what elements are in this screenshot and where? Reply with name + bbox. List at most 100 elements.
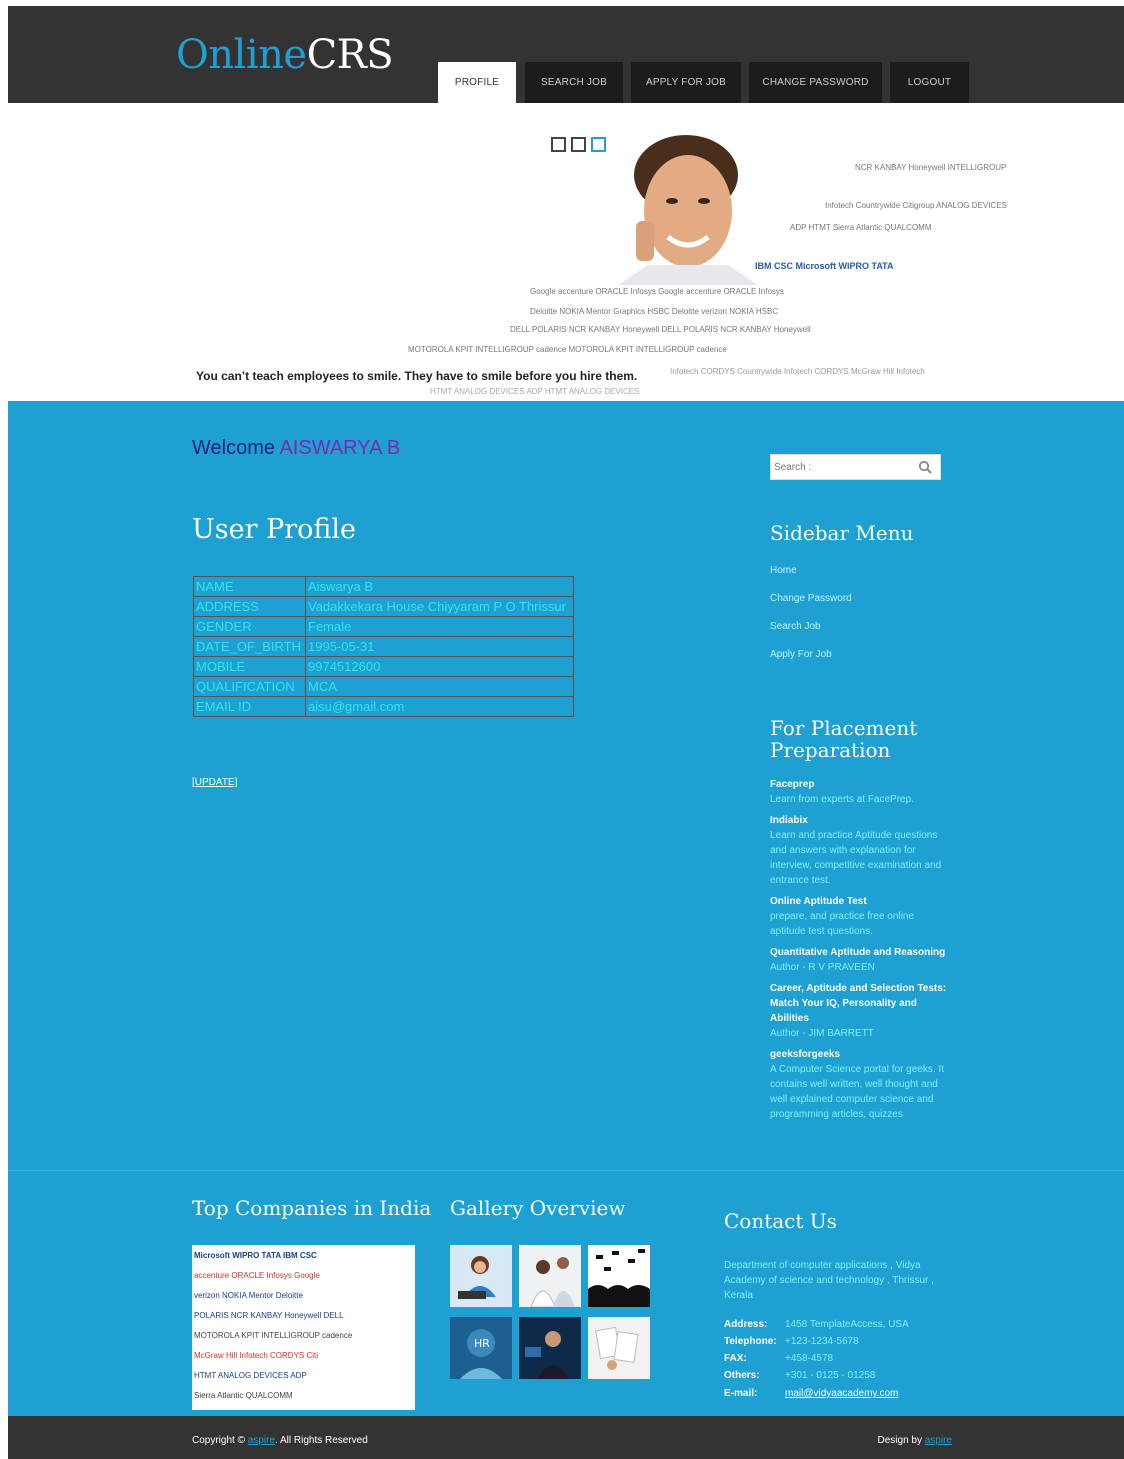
contact-email: E-mail: mail@vidyaacademy.com bbox=[724, 1386, 898, 1401]
field-value: Female bbox=[305, 616, 574, 637]
placement-title-line-2: Preparation bbox=[770, 738, 891, 762]
site-header: OnlineCRS PROFILE SEARCH JOB APPLY FOR J… bbox=[8, 6, 1124, 103]
tab-search-job[interactable]: SEARCH JOB bbox=[525, 62, 623, 103]
table-row: DATE_OF_BIRTH 1995-05-31 bbox=[193, 636, 574, 657]
gallery-image-3[interactable] bbox=[588, 1245, 650, 1307]
welcome-prefix: Welcome bbox=[192, 437, 275, 459]
design-credit: Design by aspire bbox=[878, 1435, 953, 1446]
tab-profile[interactable]: PROFILE bbox=[438, 62, 516, 103]
contact-telephone: Telephone: +123-1234-5678 bbox=[724, 1334, 859, 1349]
field-value: 9974512600 bbox=[305, 656, 574, 677]
resource-desc: Learn and practice Aptitude questions an… bbox=[770, 830, 942, 886]
sidebar-link-home[interactable]: Home bbox=[770, 565, 797, 576]
search-box bbox=[770, 454, 941, 480]
field-value: MCA bbox=[305, 676, 574, 697]
field-label: NAME bbox=[193, 576, 306, 597]
copyright-suffix: . All Rights Reserved bbox=[274, 1435, 368, 1446]
slider-dot-2[interactable] bbox=[571, 137, 586, 152]
update-profile-link[interactable]: [UPDATE] bbox=[192, 777, 237, 788]
sidebar-link-apply-for-job[interactable]: Apply For Job bbox=[770, 649, 832, 660]
gallery-image-5[interactable] bbox=[519, 1317, 581, 1379]
contact-label: Telephone: bbox=[724, 1336, 777, 1347]
contact-intro: Department of computer applications , Vi… bbox=[724, 1260, 934, 1301]
company-logo-row: Sierra Atlantic QUALCOMM bbox=[194, 1391, 293, 1400]
sidebar-link-change-password[interactable]: Change Password bbox=[770, 593, 852, 604]
slider-dot-1[interactable] bbox=[551, 137, 566, 152]
sidebar-link-search-job[interactable]: Search Job bbox=[770, 621, 821, 632]
sidebar-menu-title: Sidebar Menu bbox=[770, 521, 914, 545]
resource-title[interactable]: Faceprep bbox=[770, 777, 950, 792]
logo-row: Infotech Countrywide Citigroup ANALOG DE… bbox=[825, 201, 1007, 210]
tab-change-password[interactable]: CHANGE PASSWORD bbox=[749, 62, 882, 103]
welcome-message: Welcome AISWARYA B bbox=[192, 437, 400, 460]
field-value: 1995-05-31 bbox=[305, 636, 574, 657]
email-link[interactable]: mail@vidyaacademy.com bbox=[785, 1388, 898, 1399]
placement-title-line-1: For Placement bbox=[770, 716, 918, 740]
resource-desc: prepare, and practice free online aptitu… bbox=[770, 911, 914, 937]
svg-text:HR: HR bbox=[474, 1337, 490, 1350]
search-input[interactable] bbox=[774, 458, 914, 476]
gallery-image-6[interactable] bbox=[588, 1317, 650, 1379]
company-logo-row: McGraw Hill Infotech CORDYS Citi bbox=[194, 1351, 319, 1360]
field-label: DATE_OF_BIRTH bbox=[193, 636, 306, 657]
site-logo[interactable]: OnlineCRS bbox=[176, 32, 394, 78]
logo-row: IBM CSC Microsoft WIPRO TATA bbox=[755, 261, 894, 271]
field-label: ADDRESS bbox=[193, 596, 306, 617]
smiling-man-photo bbox=[618, 135, 758, 285]
field-value: Aiswarya B bbox=[305, 576, 574, 597]
gallery-image-1[interactable] bbox=[450, 1245, 512, 1307]
user-profile-table: NAME Aiswarya B ADDRESS Vadakkekara House … bbox=[193, 576, 574, 717]
main-content: Welcome AISWARYA B User Profile NAME Aisw… bbox=[8, 401, 1124, 1170]
search-icon[interactable] bbox=[918, 460, 932, 474]
resource-title[interactable]: geeksforgeeks bbox=[770, 1047, 950, 1062]
top-companies-image: Microsoft WIPRO TATA IBM CSC accenture O… bbox=[192, 1245, 415, 1410]
company-logo-row: POLARIS NCR KANBAY Honeywell DELL bbox=[194, 1311, 344, 1320]
design-link[interactable]: aspire bbox=[925, 1435, 952, 1446]
logo-text-online: Online bbox=[176, 32, 307, 78]
tab-logout[interactable]: LOGOUT bbox=[890, 62, 969, 103]
page-title: User Profile bbox=[192, 514, 357, 545]
resource-desc: Learn from experts at FacePrep. bbox=[770, 794, 914, 805]
resource-title[interactable]: Career, Aptitude and Selection Tests: Ma… bbox=[770, 981, 950, 1026]
field-value: Vadakkekara House Chiyyaram P O Thrissur bbox=[305, 596, 574, 617]
table-row: MOBILE 9974512600 bbox=[193, 656, 574, 677]
gallery-title: Gallery Overview bbox=[450, 1196, 626, 1220]
table-row: GENDER Female bbox=[193, 616, 574, 637]
hero-banner: NCR KANBAY Honeywell INTELLIGROUP Infote… bbox=[8, 103, 1124, 401]
copyright-link[interactable]: aspire bbox=[248, 1435, 275, 1446]
resource-title[interactable]: Indiabix bbox=[770, 813, 950, 828]
logo-text-crs: CRS bbox=[306, 32, 394, 78]
logo-row: NCR KANBAY Honeywell INTELLIGROUP bbox=[855, 163, 1007, 172]
banner-tagline: You can’t teach employees to smile. They… bbox=[196, 369, 638, 383]
resource-title[interactable]: Online Aptitude Test bbox=[770, 894, 950, 909]
resource-desc: Author - JIM BARRETT bbox=[770, 1028, 874, 1039]
slider-dot-3[interactable] bbox=[591, 137, 606, 152]
contact-value: 1458 TemplateAccess, USA bbox=[785, 1319, 909, 1330]
copyright-text: Copyright © aspire. All Rights Reserved bbox=[192, 1435, 368, 1446]
logo-row: ADP HTMT Sierra Atlantic QUALCOMM bbox=[790, 223, 932, 232]
contact-title: Contact Us bbox=[724, 1209, 837, 1233]
company-logo-row: verizon NOKIA Mentor Deloitte bbox=[194, 1291, 303, 1300]
table-row: QUALIFICATION MCA bbox=[193, 676, 574, 697]
company-logo-row: accenture ORACLE Infosys Google bbox=[194, 1271, 320, 1280]
table-row: EMAIL ID aisu@gmail.com bbox=[193, 696, 574, 717]
field-label: QUALIFICATION bbox=[193, 676, 306, 697]
field-value: aisu@gmail.com bbox=[305, 696, 574, 717]
logo-row: Infotech CORDYS Countrywide Infotech COR… bbox=[670, 367, 925, 376]
resource-desc: A Computer Science portal for geeks. It … bbox=[770, 1064, 944, 1120]
contact-label: FAX: bbox=[724, 1353, 747, 1364]
field-label: EMAIL ID bbox=[193, 696, 306, 717]
gallery-image-2[interactable] bbox=[519, 1245, 581, 1307]
tab-apply-for-job[interactable]: APPLY FOR JOB bbox=[631, 62, 741, 103]
resource-title[interactable]: Quantitative Aptitude and Reasoning bbox=[770, 945, 950, 960]
resource-desc: Author - R V PRAVEEN bbox=[770, 962, 875, 973]
contact-label: Address: bbox=[724, 1319, 768, 1330]
contact-value: +458-4578 bbox=[785, 1353, 834, 1364]
contact-value: +301 - 0125 - 01258 bbox=[785, 1370, 876, 1381]
logo-row: DELL POLARIS NCR KANBAY Honeywell DELL P… bbox=[510, 325, 811, 334]
field-label: GENDER bbox=[193, 616, 306, 637]
companies-title: Top Companies in India bbox=[192, 1196, 432, 1220]
contact-fax: FAX: +458-4578 bbox=[724, 1351, 833, 1366]
gallery-image-4[interactable]: HR bbox=[450, 1317, 512, 1379]
company-logo-row: HTMT ANALOG DEVICES ADP bbox=[194, 1371, 307, 1380]
